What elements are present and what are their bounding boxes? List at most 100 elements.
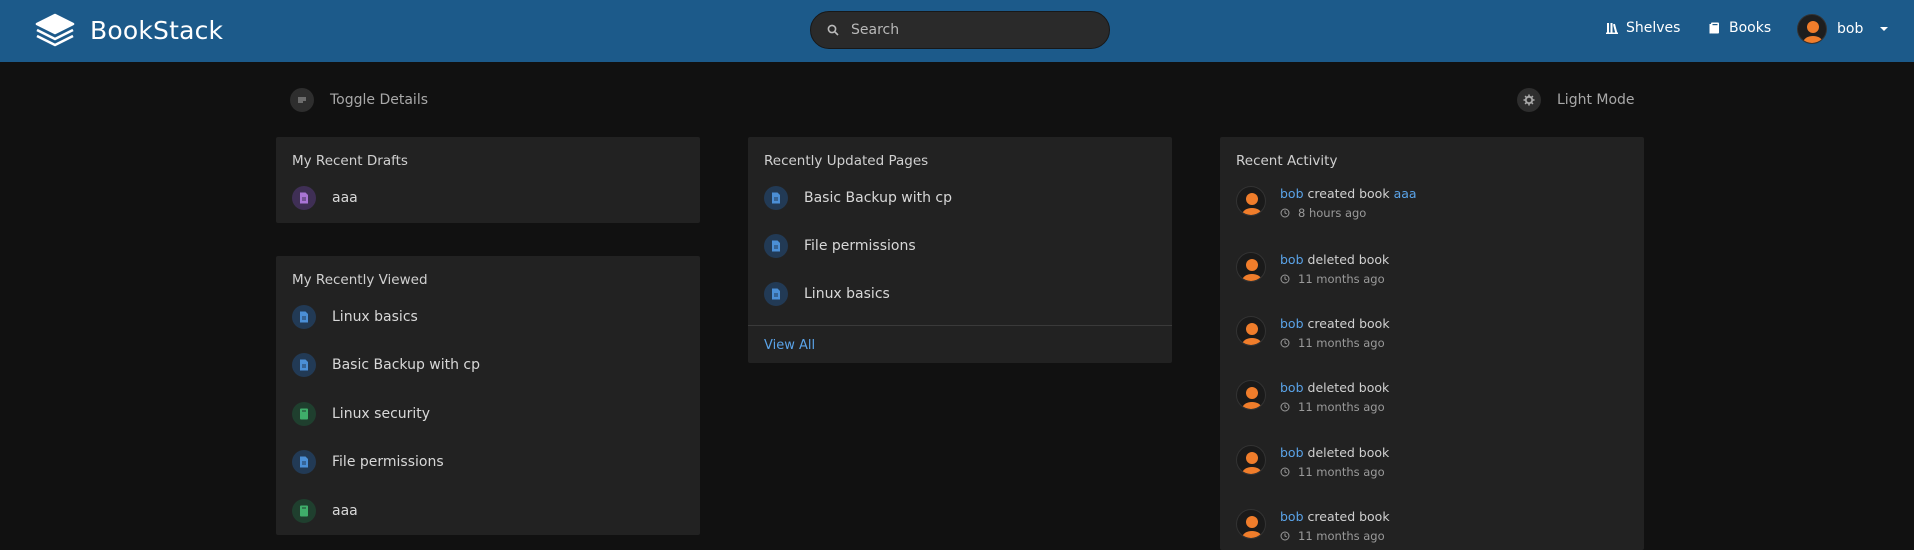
list-item-label: File permissions [332, 454, 444, 470]
user-avatar [1236, 316, 1266, 346]
activity-item: bob created book 11 months ago [1236, 316, 1390, 350]
user-avatar-icon [1803, 21, 1823, 43]
activity-action: created book [1307, 186, 1390, 201]
activity-user-link[interactable]: bob [1280, 380, 1304, 395]
activity-target-link[interactable]: aaa [1394, 186, 1417, 201]
user-avatar [1236, 445, 1266, 475]
page-icon [764, 186, 788, 210]
activity-item: bob deleted book 11 months ago [1236, 380, 1389, 414]
activity-action: created book [1307, 316, 1390, 331]
list-item-label: aaa [332, 503, 358, 519]
light-mode-label: Light Mode [1557, 92, 1635, 108]
activity-action: deleted book [1307, 252, 1390, 267]
user-avatar-icon [1242, 193, 1262, 215]
toggle-details-icon [290, 88, 314, 112]
clock-icon [1280, 208, 1290, 218]
activity-action: deleted book [1307, 445, 1390, 460]
list-item-label: Linux security [332, 406, 431, 422]
user-name: bob [1837, 21, 1864, 37]
activity-time: 11 months ago [1298, 529, 1385, 543]
recent-activity-title: Recent Activity [1236, 153, 1338, 169]
activity-time: 11 months ago [1298, 400, 1385, 414]
list-item-label: Linux basics [332, 309, 418, 325]
activity-item: bob deleted book 11 months ago [1236, 445, 1389, 479]
page-icon [292, 450, 316, 474]
user-avatar-icon [1242, 452, 1262, 474]
activity-user-link[interactable]: bob [1280, 509, 1304, 524]
top-header: BookStack Shelves Books [0, 0, 1914, 62]
book-icon [292, 402, 316, 426]
list-item[interactable]: File permissions [292, 450, 444, 474]
chevron-down-icon [1880, 27, 1889, 31]
app-name: BookStack [90, 15, 224, 45]
activity-user-link[interactable]: bob [1280, 316, 1304, 331]
card-divider [748, 325, 1172, 326]
bookstack-logo-icon [35, 13, 75, 47]
clock-icon [1280, 467, 1290, 477]
nav-books-link[interactable]: Books [1709, 20, 1771, 36]
clock-icon [1280, 338, 1290, 348]
shelves-icon [1606, 23, 1618, 34]
activity-item: bob created book 11 months ago [1236, 509, 1390, 543]
user-avatar-icon [1242, 259, 1262, 281]
toggle-details-button[interactable]: Toggle Details [290, 88, 428, 112]
list-item[interactable]: Linux basics [764, 282, 890, 306]
search-bar[interactable] [810, 11, 1110, 49]
recently-updated-title: Recently Updated Pages [764, 153, 929, 169]
list-item[interactable]: Linux security [292, 402, 430, 426]
list-item-label: Basic Backup with cp [332, 357, 481, 373]
activity-time: 11 months ago [1298, 465, 1385, 479]
list-item-label: Basic Backup with cp [804, 190, 953, 206]
user-avatar [1236, 252, 1266, 282]
list-item-label: File permissions [804, 238, 916, 254]
clock-icon [1280, 402, 1290, 412]
book-icon [292, 499, 316, 523]
user-avatar [1236, 380, 1266, 410]
search-input[interactable] [851, 22, 1081, 38]
user-avatar-icon [1242, 516, 1262, 538]
view-all-link[interactable]: View All [764, 338, 815, 353]
activity-time: 11 months ago [1298, 336, 1385, 350]
activity-item: bob deleted book 11 months ago [1236, 252, 1389, 286]
activity-user-link[interactable]: bob [1280, 186, 1304, 201]
user-avatar-icon [1242, 323, 1262, 345]
list-item[interactable]: aaa [292, 186, 358, 210]
page-icon [764, 282, 788, 306]
nav-shelves-label: Shelves [1626, 20, 1681, 36]
gear-icon [1517, 88, 1541, 112]
activity-action: created book [1307, 509, 1390, 524]
list-item[interactable]: File permissions [764, 234, 916, 258]
books-icon [1709, 22, 1719, 34]
recently-viewed-card: My Recently Viewed Linux basics Basic Ba… [276, 256, 700, 535]
activity-item: bob created book aaa 8 hours ago [1236, 186, 1417, 220]
recent-activity-card: Recent Activity bob created book aaa 8 h… [1220, 137, 1644, 550]
activity-user-link[interactable]: bob [1280, 445, 1304, 460]
clock-icon [1280, 274, 1290, 284]
light-mode-button[interactable]: Light Mode [1517, 88, 1635, 112]
recent-drafts-card: My Recent Drafts aaa [276, 137, 700, 223]
toggle-details-label: Toggle Details [330, 92, 428, 108]
clock-icon [1280, 531, 1290, 541]
recently-updated-card: Recently Updated Pages Basic Backup with… [748, 137, 1172, 363]
draft-icon [292, 186, 316, 210]
user-menu[interactable]: bob [1797, 14, 1889, 44]
user-avatar [1236, 186, 1266, 216]
nav-shelves-link[interactable]: Shelves [1606, 20, 1680, 36]
search-icon [827, 24, 839, 36]
app-logo[interactable]: BookStack [34, 10, 223, 50]
list-item[interactable]: aaa [292, 499, 358, 523]
recently-viewed-title: My Recently Viewed [292, 272, 428, 288]
page-icon [292, 353, 316, 377]
page-icon [764, 234, 788, 258]
list-item[interactable]: Linux basics [292, 305, 418, 329]
list-item[interactable]: Basic Backup with cp [292, 353, 480, 377]
user-avatar-icon [1242, 387, 1262, 409]
recent-drafts-title: My Recent Drafts [292, 153, 408, 169]
activity-user-link[interactable]: bob [1280, 252, 1304, 267]
activity-time: 11 months ago [1298, 272, 1385, 286]
user-avatar [1236, 509, 1266, 539]
user-avatar [1797, 14, 1827, 44]
list-item[interactable]: Basic Backup with cp [764, 186, 952, 210]
list-item-label: Linux basics [804, 286, 890, 302]
activity-action: deleted book [1307, 380, 1390, 395]
